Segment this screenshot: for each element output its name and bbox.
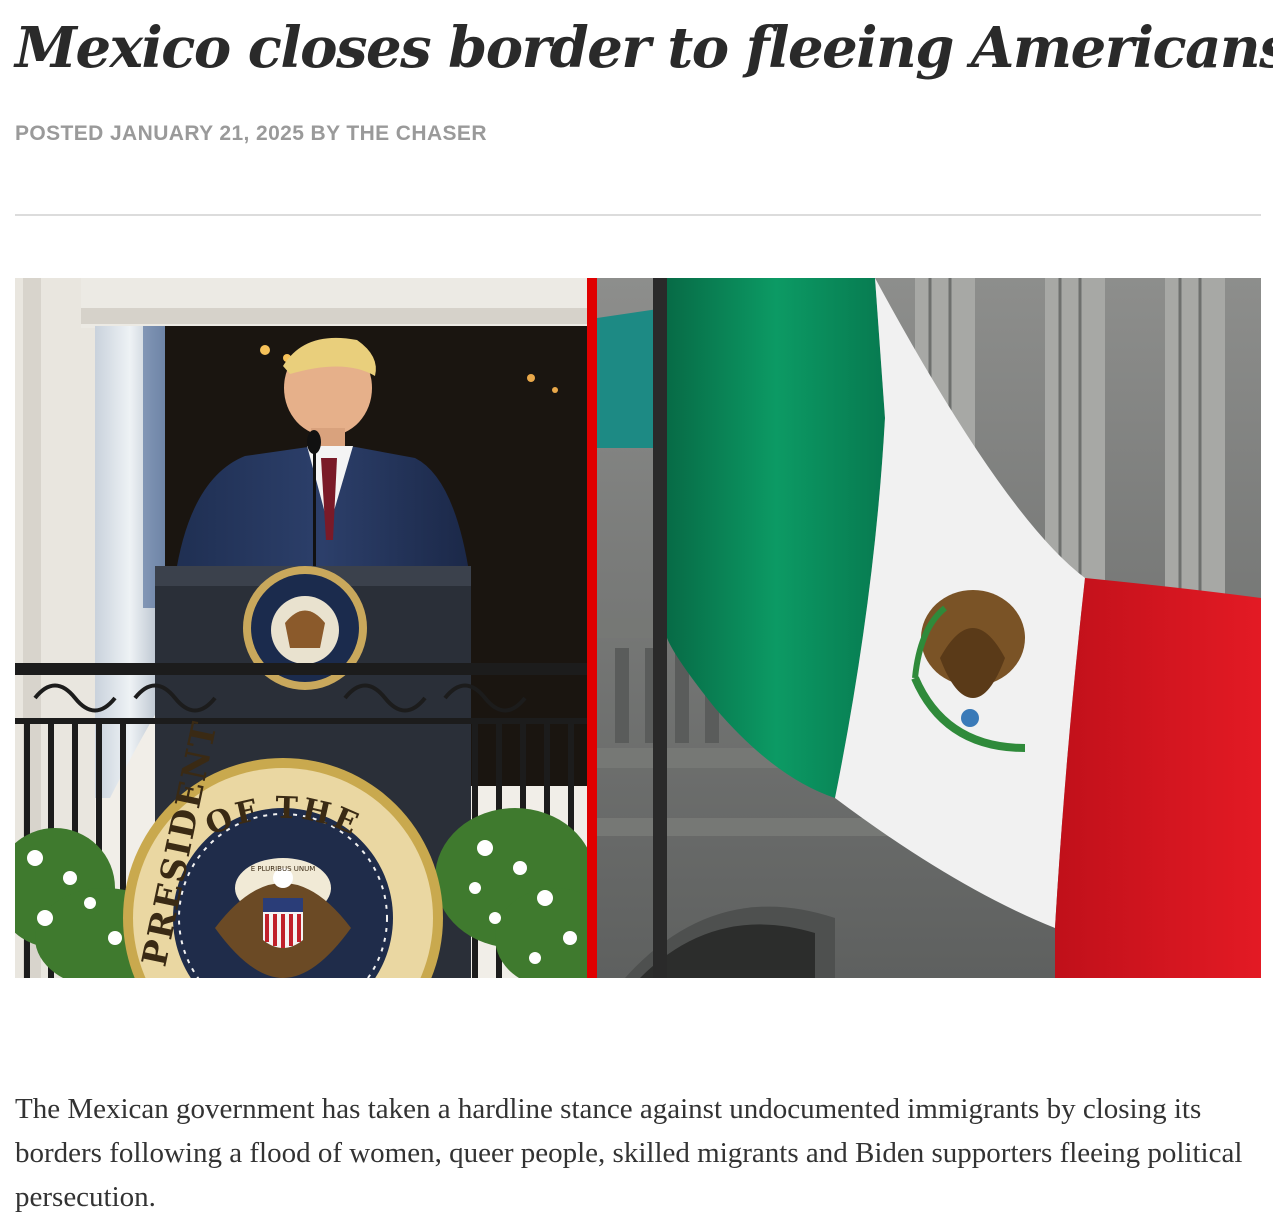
feature-image: OF THE PRESIDENT E PLURIBUS UNUM xyxy=(15,278,1261,978)
article-byline: POSTED JANUARY 21, 2025 BY THE CHASER xyxy=(15,122,487,145)
seal-ribbon-text: E PLURIBUS UNUM xyxy=(251,865,316,873)
header-divider xyxy=(15,214,1261,216)
article-headline: Mexico closes border to fleeing American… xyxy=(15,15,1273,81)
image-divider xyxy=(587,278,597,978)
mexican-flag-photo xyxy=(597,278,1261,978)
president-photo: OF THE PRESIDENT E PLURIBUS UNUM xyxy=(15,278,587,978)
article-paragraph: The Mexican government has taken a hardl… xyxy=(15,1093,1243,1213)
